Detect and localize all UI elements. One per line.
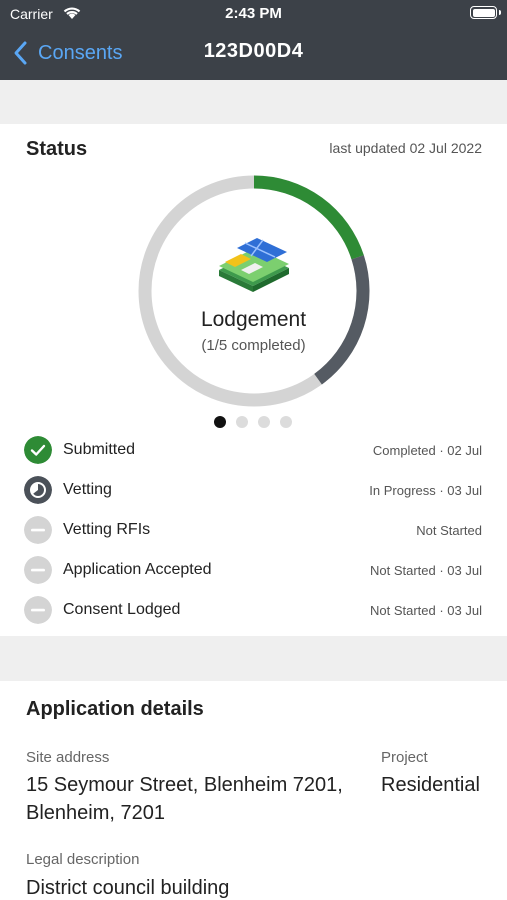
page-title: 123D00D4 [203,40,304,62]
project-label: Project [381,749,428,766]
step-row-consent-lodged[interactable]: Consent Lodged Not Started · 03 Jul [0,590,507,630]
step-row-vetting-rfis[interactable]: Vetting RFIs Not Started [0,510,507,550]
step-meta: Completed · 02 Jul [372,443,482,458]
current-stage-name: Lodgement [200,308,307,331]
site-address-line-1: 15 Seymour Street, Blenheim 7201, [26,774,343,796]
step-meta: In Progress · 03 Jul [369,483,482,498]
status-bar: Carrier 2:43 PM [0,0,507,28]
application-details-card: Application details Site address 15 Seym… [0,681,507,900]
last-updated-label: last updated 02 Jul 2022 [329,140,482,156]
site-address-label: Site address [26,749,110,766]
check-circle-icon [24,436,52,464]
legal-description-label: Legal description [26,851,140,868]
step-name: Vetting RFIs [63,521,151,538]
status-card: Status last updated 02 Jul 2022 Lodgemen… [0,124,507,636]
page-dot-4[interactable] [280,416,292,428]
site-address-line-2: Blenheim, 7201 [26,802,165,824]
step-name: Application Accepted [63,561,212,578]
step-row-submitted[interactable]: Submitted Completed · 02 Jul [0,430,507,470]
legal-description-value: District council building [26,877,230,899]
battery-icon [470,6,501,19]
minus-circle-icon [24,556,52,584]
stage-progress-text: (1/5 completed) [201,337,306,354]
floor-plan-icon [219,238,289,292]
application-details-heading: Application details [26,698,204,720]
clock-circle-icon [24,476,52,504]
step-name: Vetting [63,481,112,498]
step-name: Consent Lodged [63,601,181,618]
minus-circle-icon [24,516,52,544]
step-name: Submitted [63,441,136,458]
clock-time: 2:43 PM [225,5,282,22]
page-indicator[interactable] [214,416,292,428]
page-dot-2[interactable] [236,416,248,428]
page-dot-1[interactable] [214,416,226,428]
navigation-bar: Carrier 2:43 PM Consents 123D00D4 [0,0,507,80]
step-row-application-accepted[interactable]: Application Accepted Not Started · 03 Ju… [0,550,507,590]
minus-circle-icon [24,596,52,624]
step-row-vetting[interactable]: Vetting In Progress · 03 Jul [0,470,507,510]
step-meta: Not Started [416,523,482,538]
project-value: Residential [381,774,480,796]
step-meta: Not Started · 03 Jul [370,603,482,618]
status-heading: Status [26,138,88,160]
step-meta: Not Started · 03 Jul [370,563,482,578]
page-dot-3[interactable] [258,416,270,428]
